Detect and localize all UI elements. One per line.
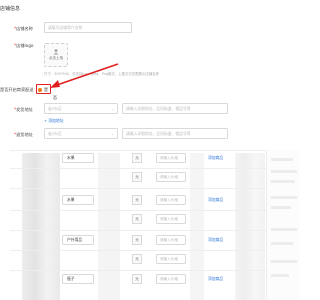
price-input[interactable]: 请输入价格 xyxy=(156,195,186,205)
chevron-down-icon: ⌄ xyxy=(111,106,114,111)
unit-label: 元 xyxy=(132,274,142,284)
unit-label: 元 xyxy=(132,235,142,245)
table-row[interactable]: 水果 xyxy=(62,153,94,163)
add-product-link[interactable]: 添加商品 xyxy=(208,155,223,161)
page-title: 店铺信息 xyxy=(0,6,21,12)
unit-label: 元 xyxy=(132,172,142,182)
unit-label: 元 xyxy=(132,153,142,163)
add-product-link[interactable]: 添加商品 xyxy=(208,197,223,203)
support-label: 是否开启商家配送 xyxy=(0,87,34,92)
shipping-label: *发货地址 xyxy=(14,107,33,112)
price-input[interactable]: 请输入价格 xyxy=(156,153,186,163)
table-row[interactable]: 水果 xyxy=(62,195,94,205)
add-address-link[interactable]: + 添加地址 xyxy=(44,118,64,124)
price-input[interactable]: 请输入价格 xyxy=(156,214,186,224)
price-input[interactable]: 请输入价格 xyxy=(156,254,186,264)
price-input[interactable]: 请输入价格 xyxy=(156,274,186,284)
chevron-down-icon: ⌄ xyxy=(111,131,114,136)
add-product-link[interactable]: 添加商品 xyxy=(208,237,223,243)
shipping-detail-input[interactable]: 请输入详细地址，比如街道、楼层号等 xyxy=(122,103,228,114)
blurred-column xyxy=(22,153,60,300)
upload-icon xyxy=(53,49,59,55)
price-input[interactable]: 请输入价格 xyxy=(156,172,186,182)
blurred-column xyxy=(98,153,120,300)
shop-name-input[interactable]: 请填写店铺简介名称 xyxy=(44,22,132,33)
return-detail-input[interactable]: 请输入详细地址，比如街道、楼层号等 xyxy=(122,128,228,139)
blurred-column xyxy=(190,153,204,300)
add-product-link[interactable]: 添加商品 xyxy=(208,276,223,282)
unit-label: 元 xyxy=(132,214,142,224)
logo-label: *店铺logo xyxy=(14,43,34,48)
shipping-region-select[interactable]: 省/市/区 ⌄ xyxy=(44,103,118,114)
table-row[interactable]: 户外用品 xyxy=(62,235,94,245)
annotation-arrow-icon xyxy=(50,63,119,88)
price-input[interactable]: 请输入价格 xyxy=(156,235,186,245)
blurred-column xyxy=(235,153,265,300)
shop-name-label: *店铺名称 xyxy=(14,26,33,31)
right-panel xyxy=(266,150,300,300)
return-region-select[interactable]: 省/市/区 ⌄ xyxy=(44,128,118,139)
unit-label: 元 xyxy=(132,195,142,205)
table-row[interactable]: 瓶子 xyxy=(62,274,94,284)
return-label: *退货地址 xyxy=(14,132,33,137)
radio-no[interactable]: 否 xyxy=(53,95,57,101)
unit-label: 元 xyxy=(132,254,142,264)
